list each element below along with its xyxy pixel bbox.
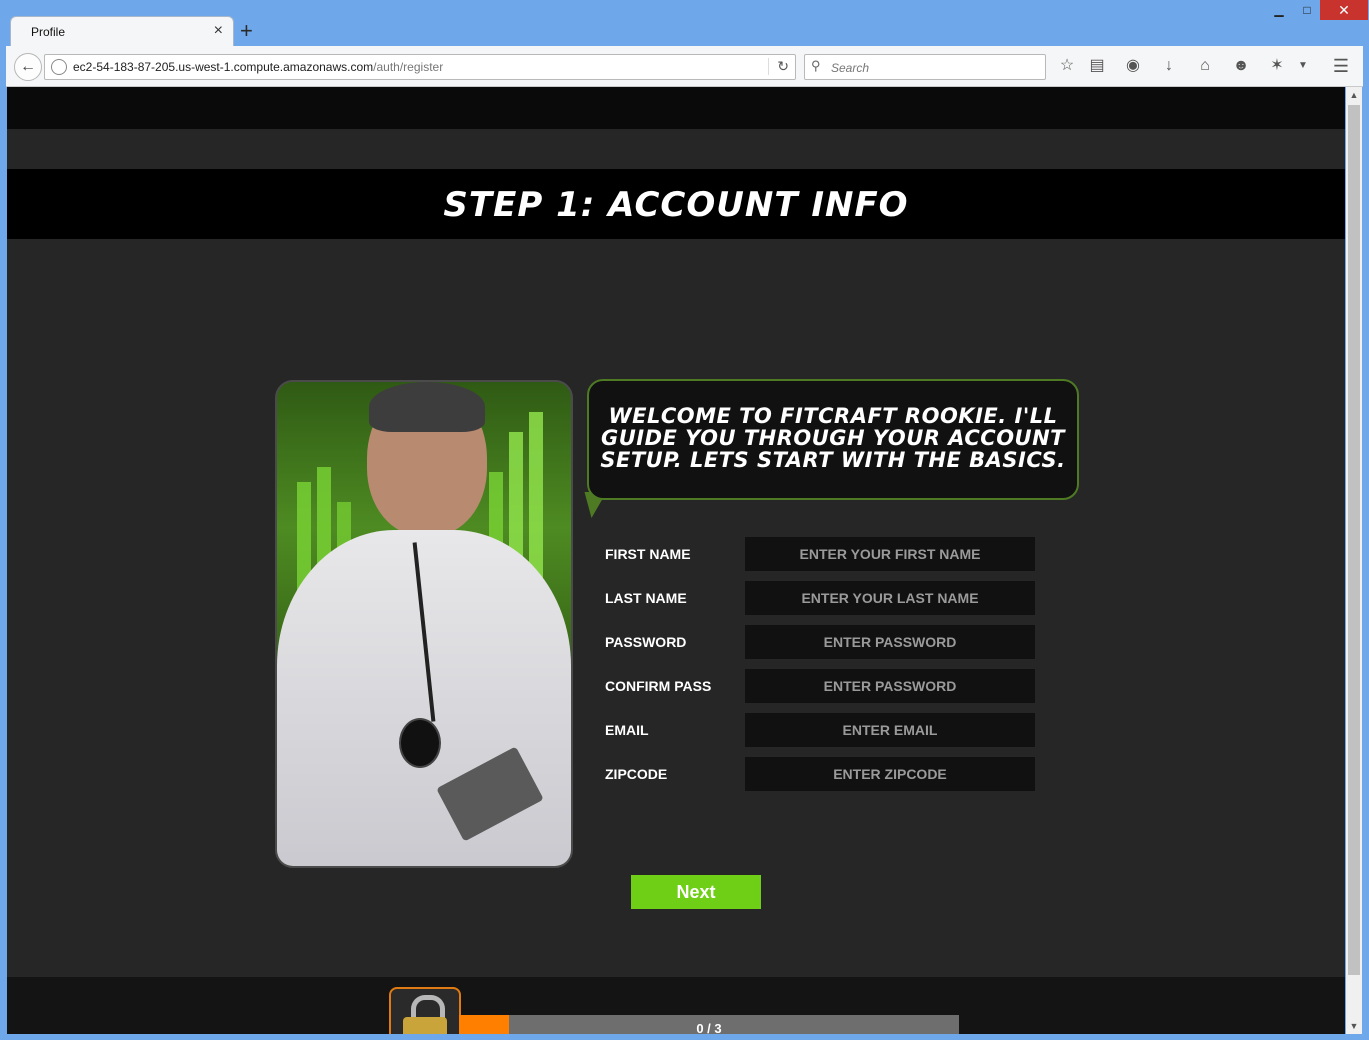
menu-icon[interactable]: ☰ (1330, 56, 1352, 76)
url-host: ec2-54-183-87-205.us-west-1.compute.amaz… (73, 60, 374, 74)
page-viewport: STEP 1: ACCOUNT INFO WELCOME TO FITCRAFT… (7, 87, 1345, 1034)
search-placeholder: Search (831, 61, 870, 75)
speech-bubble: WELCOME TO FITCRAFT ROOKIE. I'LL GUIDE Y… (587, 379, 1079, 500)
browser-window: Profile × + ▁ □ ✕ ← ec2-54-183-87-205.us… (0, 0, 1369, 1040)
close-window-button[interactable]: ✕ (1320, 0, 1368, 20)
progress-text: 0 / 3 (696, 1021, 722, 1034)
url-text: ec2-54-183-87-205.us-west-1.compute.amaz… (73, 60, 443, 74)
confirm-pass-input[interactable] (745, 669, 1035, 703)
form-row-email: EMAIL (605, 713, 1045, 747)
coach-shirt (277, 530, 571, 866)
form-row-confirm-pass: CONFIRM PASS (605, 669, 1045, 703)
form-row-last-name: LAST NAME (605, 581, 1045, 615)
lock-icon (389, 987, 461, 1034)
scroll-thumb[interactable] (1348, 105, 1360, 975)
lock-body (403, 1017, 447, 1034)
zipcode-input[interactable] (745, 757, 1035, 791)
next-button[interactable]: Next (631, 875, 761, 909)
minimize-button[interactable]: ▁ (1265, 0, 1293, 20)
extension-icon[interactable]: ✶ (1266, 56, 1288, 76)
zipcode-label: ZIPCODE (605, 766, 668, 782)
star-icon[interactable]: ☆ (1056, 56, 1078, 76)
password-label: PASSWORD (605, 634, 687, 650)
search-bar[interactable]: ⚲ Search (804, 54, 1046, 80)
stopwatch-icon (399, 718, 441, 768)
email-label: EMAIL (605, 722, 649, 738)
last-name-label: LAST NAME (605, 590, 687, 606)
pocket-icon[interactable]: ◉ (1122, 56, 1144, 76)
first-name-input[interactable] (745, 537, 1035, 571)
title-bar: Profile × + ▁ □ ✕ (0, 0, 1369, 47)
coach-hair (369, 382, 485, 432)
coach-illustration (275, 380, 573, 868)
maximize-button[interactable]: □ (1293, 0, 1321, 20)
scroll-up-icon[interactable]: ▲ (1346, 87, 1362, 103)
tab-title: Profile (31, 25, 66, 39)
search-icon: ⚲ (811, 58, 821, 73)
back-icon[interactable]: ← (14, 53, 42, 81)
chevron-down-icon[interactable]: ▼ (1292, 56, 1314, 76)
url-bar[interactable]: ec2-54-183-87-205.us-west-1.compute.amaz… (44, 54, 796, 80)
email-input[interactable] (745, 713, 1035, 747)
top-header-bar (7, 87, 1345, 129)
first-name-label: FIRST NAME (605, 546, 691, 562)
password-input[interactable] (745, 625, 1035, 659)
speech-bubble-text: WELCOME TO FITCRAFT ROOKIE. I'LL GUIDE Y… (600, 404, 1066, 472)
home-icon[interactable]: ⌂ (1194, 56, 1216, 76)
vertical-scrollbar[interactable]: ▲ ▼ (1346, 87, 1362, 1034)
globe-icon (51, 59, 67, 75)
page-title: STEP 1: ACCOUNT INFO (443, 185, 909, 225)
footer-progress-bar: 0 / 3 (7, 977, 1345, 1034)
form-row-zipcode: ZIPCODE (605, 757, 1045, 791)
reload-icon[interactable]: ↻ (768, 58, 789, 75)
scroll-down-icon[interactable]: ▼ (1346, 1018, 1362, 1034)
chat-icon[interactable]: ☻ (1230, 56, 1252, 76)
tab-close-icon[interactable]: × (214, 22, 223, 40)
form-row-first-name: FIRST NAME (605, 537, 1045, 571)
step-banner: STEP 1: ACCOUNT INFO (7, 169, 1345, 239)
progress-track: 0 / 3 (459, 1015, 959, 1034)
url-path: /auth/register (373, 60, 444, 74)
form-row-password: PASSWORD (605, 625, 1045, 659)
reading-list-icon[interactable]: ▤ (1086, 56, 1108, 76)
nav-toolbar: ← ec2-54-183-87-205.us-west-1.compute.am… (6, 46, 1363, 87)
download-icon[interactable]: ↓ (1158, 56, 1180, 76)
new-tab-icon[interactable]: + (240, 18, 253, 44)
tab-profile[interactable]: Profile × (10, 16, 234, 47)
confirm-pass-label: CONFIRM PASS (605, 678, 712, 694)
last-name-input[interactable] (745, 581, 1035, 615)
